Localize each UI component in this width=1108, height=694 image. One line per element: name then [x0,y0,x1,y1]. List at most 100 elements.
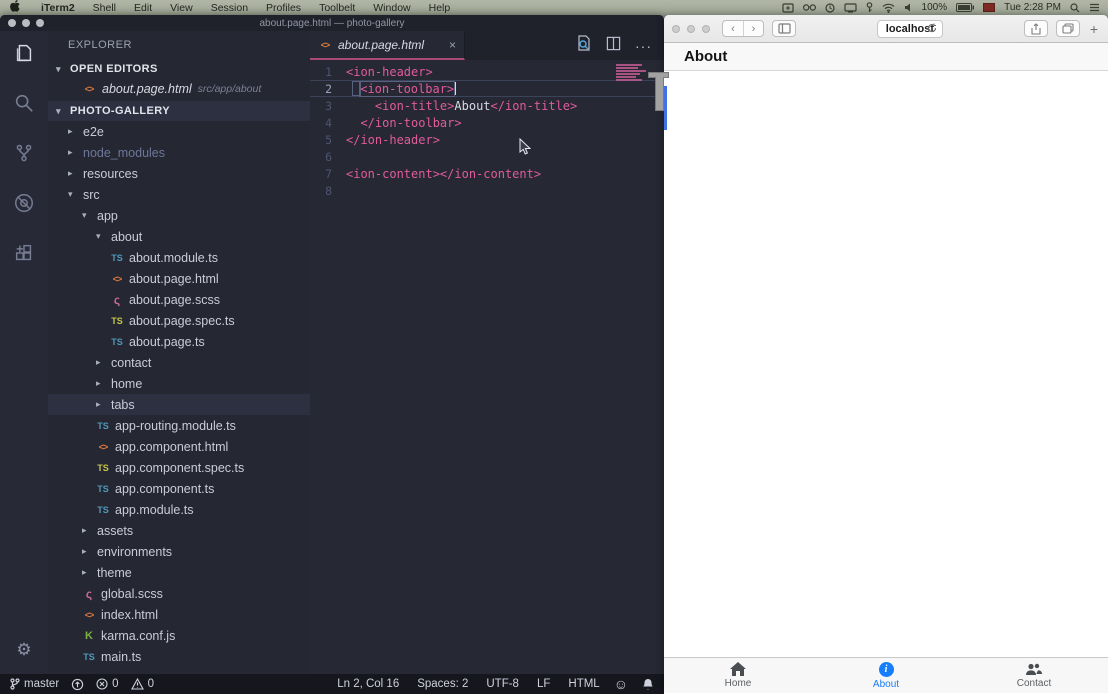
zoom-window-button[interactable] [702,25,710,33]
tree-item-about[interactable]: ▾about [48,226,310,247]
menu-item-edit[interactable]: Edit [125,2,161,14]
tree-item-about.module.ts[interactable]: TSabout.module.ts [48,247,310,268]
debug-disabled-icon[interactable] [12,191,36,215]
status-item-encoding[interactable]: UTF-8 [486,678,519,690]
menu-item-view[interactable]: View [161,2,202,14]
code-line-2[interactable]: 2 <ion-toolbar> [310,80,664,97]
tree-item-environments[interactable]: ▸environments [48,541,310,562]
notification-center-icon[interactable] [1089,3,1100,12]
tree-item-contact[interactable]: ▸contact [48,352,310,373]
new-tab-button[interactable]: + [1088,21,1100,37]
sidebar-toggle-button[interactable] [772,20,796,37]
volume-icon[interactable] [904,3,913,12]
display-icon[interactable] [844,3,857,13]
code-area[interactable]: 1<ion-header>2 <ion-toolbar>3 <ion-title… [310,60,664,674]
tree-item-app.component.html[interactable]: <>app.component.html [48,436,310,457]
open-editor-item[interactable]: <> about.page.html src/app/about [48,79,310,101]
code-line-8[interactable]: 8 [310,182,664,199]
code-line-3[interactable]: 3 <ion-title>About</ion-title> [310,97,664,114]
ion-tab-about[interactable]: iAbout [812,658,960,693]
tree-item-tabs[interactable]: ▸tabs [48,394,310,415]
apple-menu-icon[interactable] [8,0,22,15]
menu-item-toolbelt[interactable]: Toolbelt [310,2,364,14]
close-window-button[interactable] [672,25,680,33]
screen-record-icon[interactable] [782,3,794,13]
ts-spec-file-icon: TS [110,316,124,326]
errors-indicator[interactable]: 0 [96,678,118,690]
minimap[interactable] [616,64,650,82]
sync-publish-icon[interactable] [71,678,84,691]
tree-item-app[interactable]: ▾app [48,205,310,226]
tab-about-page-html[interactable]: <> about.page.html × [310,31,465,60]
tree-item-karma.conf.js[interactable]: Kkarma.conf.js [48,625,310,646]
status-item-language-mode[interactable]: HTML [568,678,599,690]
forward-button[interactable]: › [743,21,763,36]
tree-item-about.page.html[interactable]: <>about.page.html [48,268,310,289]
tree-item-theme[interactable]: ▸theme [48,562,310,583]
search-icon[interactable] [12,91,36,115]
code-line-4[interactable]: 4 </ion-toolbar> [310,114,664,131]
split-editor-icon[interactable] [606,36,621,56]
chevron-right-icon: ▸ [96,399,106,410]
vscode-title-bar[interactable]: about.page.html — photo-gallery [0,15,664,31]
tree-item-app.component.ts[interactable]: TSapp.component.ts [48,478,310,499]
code-line-5[interactable]: 5</ion-header> [310,131,664,148]
tree-item-global.scss[interactable]: ςglobal.scss [48,583,310,604]
menu-item-help[interactable]: Help [420,2,460,14]
code-line-1[interactable]: 1<ion-header> [310,63,664,80]
tree-item-assets[interactable]: ▸assets [48,520,310,541]
tree-item-about.page.spec.ts[interactable]: TSabout.page.spec.ts [48,310,310,331]
tree-item-index.html[interactable]: <>index.html [48,604,310,625]
tree-item-about.page.scss[interactable]: ςabout.page.scss [48,289,310,310]
menu-item-iterm2[interactable]: iTerm2 [32,2,84,14]
status-item-cursor-position[interactable]: Ln 2, Col 16 [337,678,399,690]
git-branch-indicator[interactable]: master [10,678,59,690]
tree-item-about.page.ts[interactable]: TSabout.page.ts [48,331,310,352]
tree-item-app.component.spec.ts[interactable]: TSapp.component.spec.ts [48,457,310,478]
extensions-icon[interactable] [12,241,36,265]
reload-icon[interactable] [927,20,937,38]
open-preview-icon[interactable] [576,35,592,56]
tree-item-e2e[interactable]: ▸e2e [48,121,310,142]
feedback-smiley-icon[interactable]: ☺ [614,676,628,692]
code-line-6[interactable]: 6 [310,148,664,165]
input-source-flag-icon[interactable] [983,3,995,12]
menu-item-shell[interactable]: Shell [84,2,125,14]
back-button[interactable]: ‹ [723,21,743,36]
tree-item-src[interactable]: ▾src [48,184,310,205]
tab-overview-button[interactable] [1056,20,1080,37]
tree-item-main.ts[interactable]: TSmain.ts [48,646,310,667]
menu-bar-clock[interactable]: Tue 2:28 PM [1004,2,1061,13]
menu-item-session[interactable]: Session [202,2,257,14]
close-tab-icon[interactable]: × [449,38,456,52]
share-button[interactable] [1024,20,1048,37]
ion-tab-home[interactable]: Home [664,658,812,693]
minimize-window-button[interactable] [687,25,695,33]
source-control-icon[interactable] [12,141,36,165]
spotlight-search-icon[interactable] [1070,3,1080,13]
binoculars-icon[interactable] [803,3,816,12]
status-item-indentation[interactable]: Spaces: 2 [417,678,468,690]
notifications-bell-icon[interactable] [642,678,654,691]
tree-item-resources[interactable]: ▸resources [48,163,310,184]
tree-item-app.module.ts[interactable]: TSapp.module.ts [48,499,310,520]
tree-item-home[interactable]: ▸home [48,373,310,394]
menu-item-profiles[interactable]: Profiles [257,2,310,14]
menu-item-window[interactable]: Window [364,2,419,14]
tree-item-app-routing.module.ts[interactable]: TSapp-routing.module.ts [48,415,310,436]
wifi-icon[interactable] [882,3,895,13]
open-editors-header[interactable]: ▾ OPEN EDITORS [48,59,310,79]
clock-status-icon[interactable] [825,3,835,13]
battery-icon[interactable] [956,3,974,12]
status-item-eol[interactable]: LF [537,678,550,690]
warnings-indicator[interactable]: 0 [131,678,154,690]
address-bar[interactable]: localhost [877,20,944,38]
tree-item-node_modules[interactable]: ▸node_modules [48,142,310,163]
project-folder-header[interactable]: ▾ PHOTO-GALLERY [48,101,310,121]
explorer-icon[interactable] [12,41,36,65]
more-actions-icon[interactable]: ··· [635,38,652,54]
key-icon[interactable] [866,2,873,13]
code-line-7[interactable]: 7<ion-content></ion-content> [310,165,664,182]
settings-gear-icon[interactable]: ⚙ [16,640,31,660]
ion-tab-contact[interactable]: Contact [960,658,1108,693]
